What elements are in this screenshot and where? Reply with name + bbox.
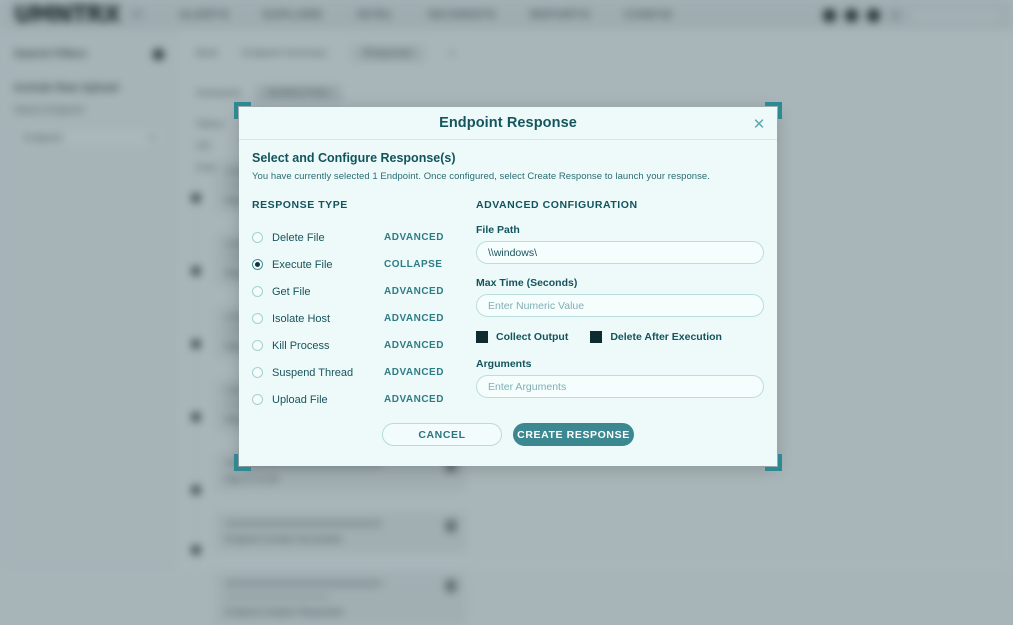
advanced-toggle-isolate-host[interactable]: ADVANCED — [384, 313, 444, 324]
list-item[interactable]: Endpoint Isolation Requested — [215, 572, 466, 625]
dialog-body: Select and Configure Response(s) You hav… — [239, 140, 777, 413]
timeline-card: Endpoint Isolation Requested — [215, 572, 466, 625]
advanced-toggle-suspend-thread[interactable]: ADVANCED — [384, 367, 444, 378]
corner-bracket-bottom-right-icon — [765, 454, 782, 471]
section-title: Select and Configure Response(s) — [252, 151, 764, 165]
response-type-label: Upload File — [272, 394, 384, 406]
close-icon[interactable]: ✕ — [751, 116, 767, 132]
arguments-label: Arguments — [476, 358, 764, 370]
modal-overlay: Endpoint Response ✕ Select and Configure… — [0, 0, 1013, 571]
response-type-row-isolate-host[interactable]: Isolate Host ADVANCED — [252, 305, 468, 332]
cancel-button[interactable]: CANCEL — [382, 423, 502, 446]
response-type-label: Kill Process — [272, 340, 384, 352]
checkbox-row: Collect Output Delete After Execution — [476, 331, 764, 343]
response-type-label: Isolate Host — [272, 313, 384, 325]
advanced-toggle-execute-file[interactable]: COLLAPSE — [384, 259, 442, 270]
delete-after-execution-label: Delete After Execution — [610, 331, 722, 343]
response-type-label: Execute File — [272, 259, 384, 271]
arguments-input[interactable] — [476, 375, 764, 398]
radio-suspend-thread[interactable] — [252, 367, 263, 378]
advanced-toggle-get-file[interactable]: ADVANCED — [384, 286, 444, 297]
spacer — [476, 264, 764, 277]
radio-kill-process[interactable] — [252, 340, 263, 351]
collect-output-label: Collect Output — [496, 331, 568, 343]
radio-isolate-host[interactable] — [252, 313, 263, 324]
response-type-row-suspend-thread[interactable]: Suspend Thread ADVANCED — [252, 359, 468, 386]
max-time-input[interactable] — [476, 294, 764, 317]
response-type-row-get-file[interactable]: Get File ADVANCED — [252, 278, 468, 305]
response-type-row-delete-file[interactable]: Delete File ADVANCED — [252, 224, 468, 251]
radio-execute-file[interactable] — [252, 259, 263, 270]
radio-delete-file[interactable] — [252, 232, 263, 243]
endpoint-response-dialog: Endpoint Response ✕ Select and Configure… — [239, 107, 777, 466]
advanced-toggle-delete-file[interactable]: ADVANCED — [384, 232, 444, 243]
advanced-configuration-column: ADVANCED CONFIGURATION File Path Max Tim… — [468, 199, 764, 413]
section-description: You have currently selected 1 Endpoint. … — [252, 171, 764, 182]
corner-bracket-bottom-left-icon — [234, 454, 251, 471]
delete-icon[interactable] — [446, 580, 456, 592]
create-response-button[interactable]: CREATE RESPONSE — [513, 423, 634, 446]
response-type-heading: RESPONSE TYPE — [252, 199, 468, 211]
response-type-row-kill-process[interactable]: Kill Process ADVANCED — [252, 332, 468, 359]
file-path-label: File Path — [476, 224, 764, 236]
advanced-toggle-upload-file[interactable]: ADVANCED — [384, 394, 444, 405]
response-type-column: RESPONSE TYPE Delete File ADVANCED Execu… — [252, 199, 468, 413]
file-path-input[interactable] — [476, 241, 764, 264]
timeline-line-secondary — [225, 594, 329, 600]
dialog-title: Endpoint Response — [439, 115, 577, 131]
response-type-row-execute-file[interactable]: Execute File COLLAPSE — [252, 251, 468, 278]
dialog-header: Endpoint Response ✕ — [239, 107, 777, 140]
advanced-toggle-kill-process[interactable]: ADVANCED — [384, 340, 444, 351]
timeline-line-primary — [225, 580, 382, 587]
checkbox-delete-after-execution[interactable] — [590, 331, 602, 343]
response-type-label: Suspend Thread — [272, 367, 384, 379]
response-type-label: Delete File — [272, 232, 384, 244]
checkbox-collect-output[interactable] — [476, 331, 488, 343]
timeline-timestamp: Endpoint Isolation Requested — [225, 607, 456, 617]
dialog-footer: CANCEL CREATE RESPONSE — [239, 423, 777, 446]
dialog-columns: RESPONSE TYPE Delete File ADVANCED Execu… — [252, 199, 764, 413]
response-type-label: Get File — [272, 286, 384, 298]
advanced-configuration-heading: ADVANCED CONFIGURATION — [476, 199, 764, 211]
max-time-label: Max Time (Seconds) — [476, 277, 764, 289]
radio-upload-file[interactable] — [252, 394, 263, 405]
response-type-row-upload-file[interactable]: Upload File ADVANCED — [252, 386, 468, 413]
radio-get-file[interactable] — [252, 286, 263, 297]
